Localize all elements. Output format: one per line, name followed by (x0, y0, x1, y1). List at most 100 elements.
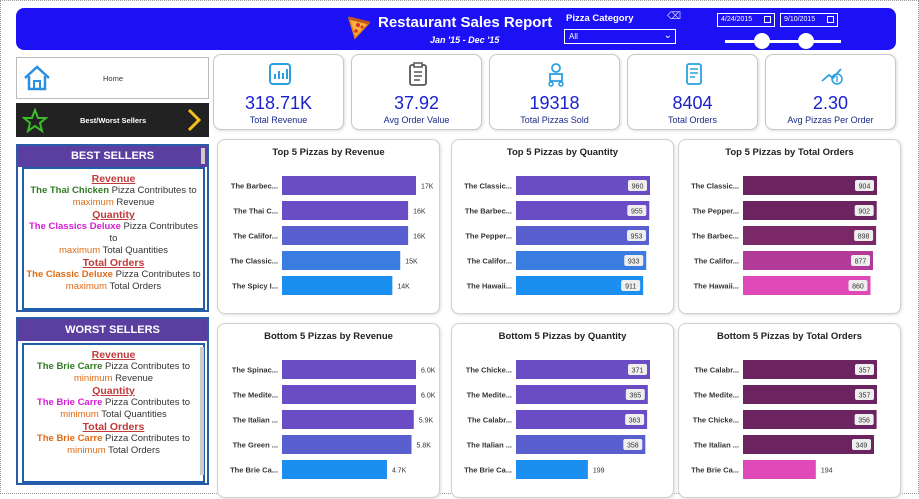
best-orders-pizza: The Classic Deluxe (26, 269, 113, 280)
date-slider-end-handle[interactable] (798, 33, 814, 49)
chart-title: Top 5 Pizzas by Quantity (506, 147, 619, 158)
home-label: Home (103, 74, 124, 83)
category-label: The Medite... (694, 391, 739, 400)
best-orders-title: Total Orders (82, 257, 145, 269)
worst-orders-title: Total Orders (82, 421, 145, 433)
chart-top-quantity: Top 5 Pizzas by Quantity The Classic... 9… (451, 139, 674, 314)
best-quantity-title: Quantity (92, 209, 135, 221)
home-button[interactable]: Home (16, 57, 209, 99)
category-label: The Califor... (694, 257, 739, 266)
bar[interactable] (743, 460, 816, 479)
data-label: 4.7K (392, 468, 407, 475)
category-label: The Thai C... (233, 207, 278, 216)
category-label: The Brie Ca... (691, 466, 739, 475)
bar[interactable] (516, 460, 588, 479)
worst-quantity-tail: Total Quantities (101, 409, 167, 420)
best-revenue-emph: maximum (72, 197, 114, 208)
best-orders-emph: maximum (65, 281, 107, 292)
kpi-label: Avg Pizzas Per Order (787, 115, 874, 125)
kpi-total-orders: 8404 Total Orders (627, 54, 758, 130)
bar[interactable] (282, 276, 393, 295)
worst-quantity-emph: minimum (60, 409, 99, 420)
best-orders-text: Pizza Contributes to (115, 269, 201, 280)
data-label: 17K (421, 184, 434, 191)
data-label: 15K (405, 259, 418, 266)
date-slider-track[interactable] (725, 40, 841, 43)
date-end-input[interactable]: 9/10/2015 (780, 13, 838, 27)
data-label: 911 (625, 284, 636, 291)
bar[interactable] (282, 226, 409, 245)
date-slider-start-handle[interactable] (754, 33, 770, 49)
bar-chart: The Chicke... 371 The Medite... 365 The Cala… (464, 360, 650, 479)
chart-bottom-revenue: Bottom 5 Pizzas by Revenue The Spinac...… (217, 323, 440, 498)
report-title: Restaurant Sales Report (378, 14, 553, 31)
kpi-total-revenue: 318.71K Total Revenue (213, 54, 344, 130)
data-label: 933 (628, 259, 640, 266)
bar[interactable] (282, 410, 414, 429)
bar-chart: The Calabr... 357 The Medite... 357 The Chic… (691, 360, 877, 479)
bar[interactable] (282, 460, 387, 479)
category-label: The Brie Ca... (464, 466, 512, 475)
category-label: The Califor... (467, 257, 512, 266)
bar[interactable] (282, 385, 416, 404)
best-sellers-panel: BEST SELLERS Revenue The Thai Chicken Pi… (16, 144, 209, 312)
money-icon (821, 68, 843, 85)
kpi-avg-order-value: 37.92 Avg Order Value (351, 54, 482, 130)
category-label: The Brie Ca... (230, 466, 278, 475)
date-start-value: 4/24/2015 (721, 16, 753, 23)
home-icon (24, 65, 50, 91)
chart-top-revenue: Top 5 Pizzas by Revenue The Barbec... 17K… (217, 139, 440, 314)
data-label: 363 (629, 418, 641, 425)
best-revenue-pizza: The Thai Chicken (30, 185, 109, 196)
data-label: 371 (632, 368, 644, 375)
category-label: The Spicy I... (232, 282, 278, 291)
worst-orders-text: Pizza Contributes to (105, 433, 191, 444)
bar[interactable] (282, 201, 409, 220)
chart-title: Top 5 Pizzas by Revenue (272, 147, 385, 158)
category-label: The Classic... (464, 182, 512, 191)
worst-orders-tail: Total Orders (108, 445, 160, 456)
kpi-value: 37.92 (393, 93, 440, 113)
bar[interactable] (282, 360, 416, 379)
data-label: 955 (631, 209, 643, 216)
clipboard-icon (409, 62, 427, 86)
chart-title: Bottom 5 Pizzas by Quantity (498, 331, 627, 342)
kpi-label: Total Pizzas Sold (520, 115, 589, 125)
clear-filter-icon[interactable]: ⌫ (667, 11, 681, 22)
calendar-icon (764, 16, 771, 23)
data-label: 358 (627, 443, 639, 450)
data-label: 357 (859, 368, 871, 375)
data-label: 16K (413, 209, 426, 216)
data-label: 199 (593, 468, 605, 475)
category-label: The Calabr... (694, 366, 739, 375)
date-start-input[interactable]: 4/24/2015 (717, 13, 775, 27)
category-label: The Medite... (233, 391, 278, 400)
worst-revenue-pizza: The Brie Carre (36, 361, 103, 372)
category-label: The Pepper... (465, 232, 512, 241)
data-label: 16K (413, 234, 426, 241)
category-label: The Calabr... (467, 416, 512, 425)
best-worst-sellers-button[interactable]: Best/Worst Sellers (16, 103, 209, 137)
chart-title: Bottom 5 Pizzas by Total Orders (717, 331, 862, 342)
data-label: 5.8K (417, 443, 432, 450)
category-label: The Italian ... (233, 416, 278, 425)
kpi-value: 19318 (529, 93, 580, 113)
data-label: 898 (858, 234, 870, 241)
bar[interactable] (282, 251, 401, 270)
receipt-icon (686, 63, 702, 85)
category-dropdown-value: All (569, 32, 578, 41)
scrollbar[interactable] (200, 347, 204, 475)
star-icon (22, 108, 48, 134)
chart-title: Top 5 Pizzas by Total Orders (725, 147, 854, 158)
chart-bottom-orders: Bottom 5 Pizzas by Total Orders The Cala… (678, 323, 901, 498)
category-dropdown[interactable]: All ⌄ (564, 29, 676, 44)
scrollbar[interactable] (201, 148, 205, 164)
data-label: 6.0K (421, 393, 436, 400)
worst-orders-emph: minimum (67, 445, 106, 456)
data-label: 356 (858, 418, 870, 425)
kpi-value: 2.30 (812, 93, 849, 113)
bar[interactable] (282, 176, 416, 195)
chart-icon (269, 63, 291, 85)
bar[interactable] (282, 435, 412, 454)
calendar-icon (827, 16, 834, 23)
